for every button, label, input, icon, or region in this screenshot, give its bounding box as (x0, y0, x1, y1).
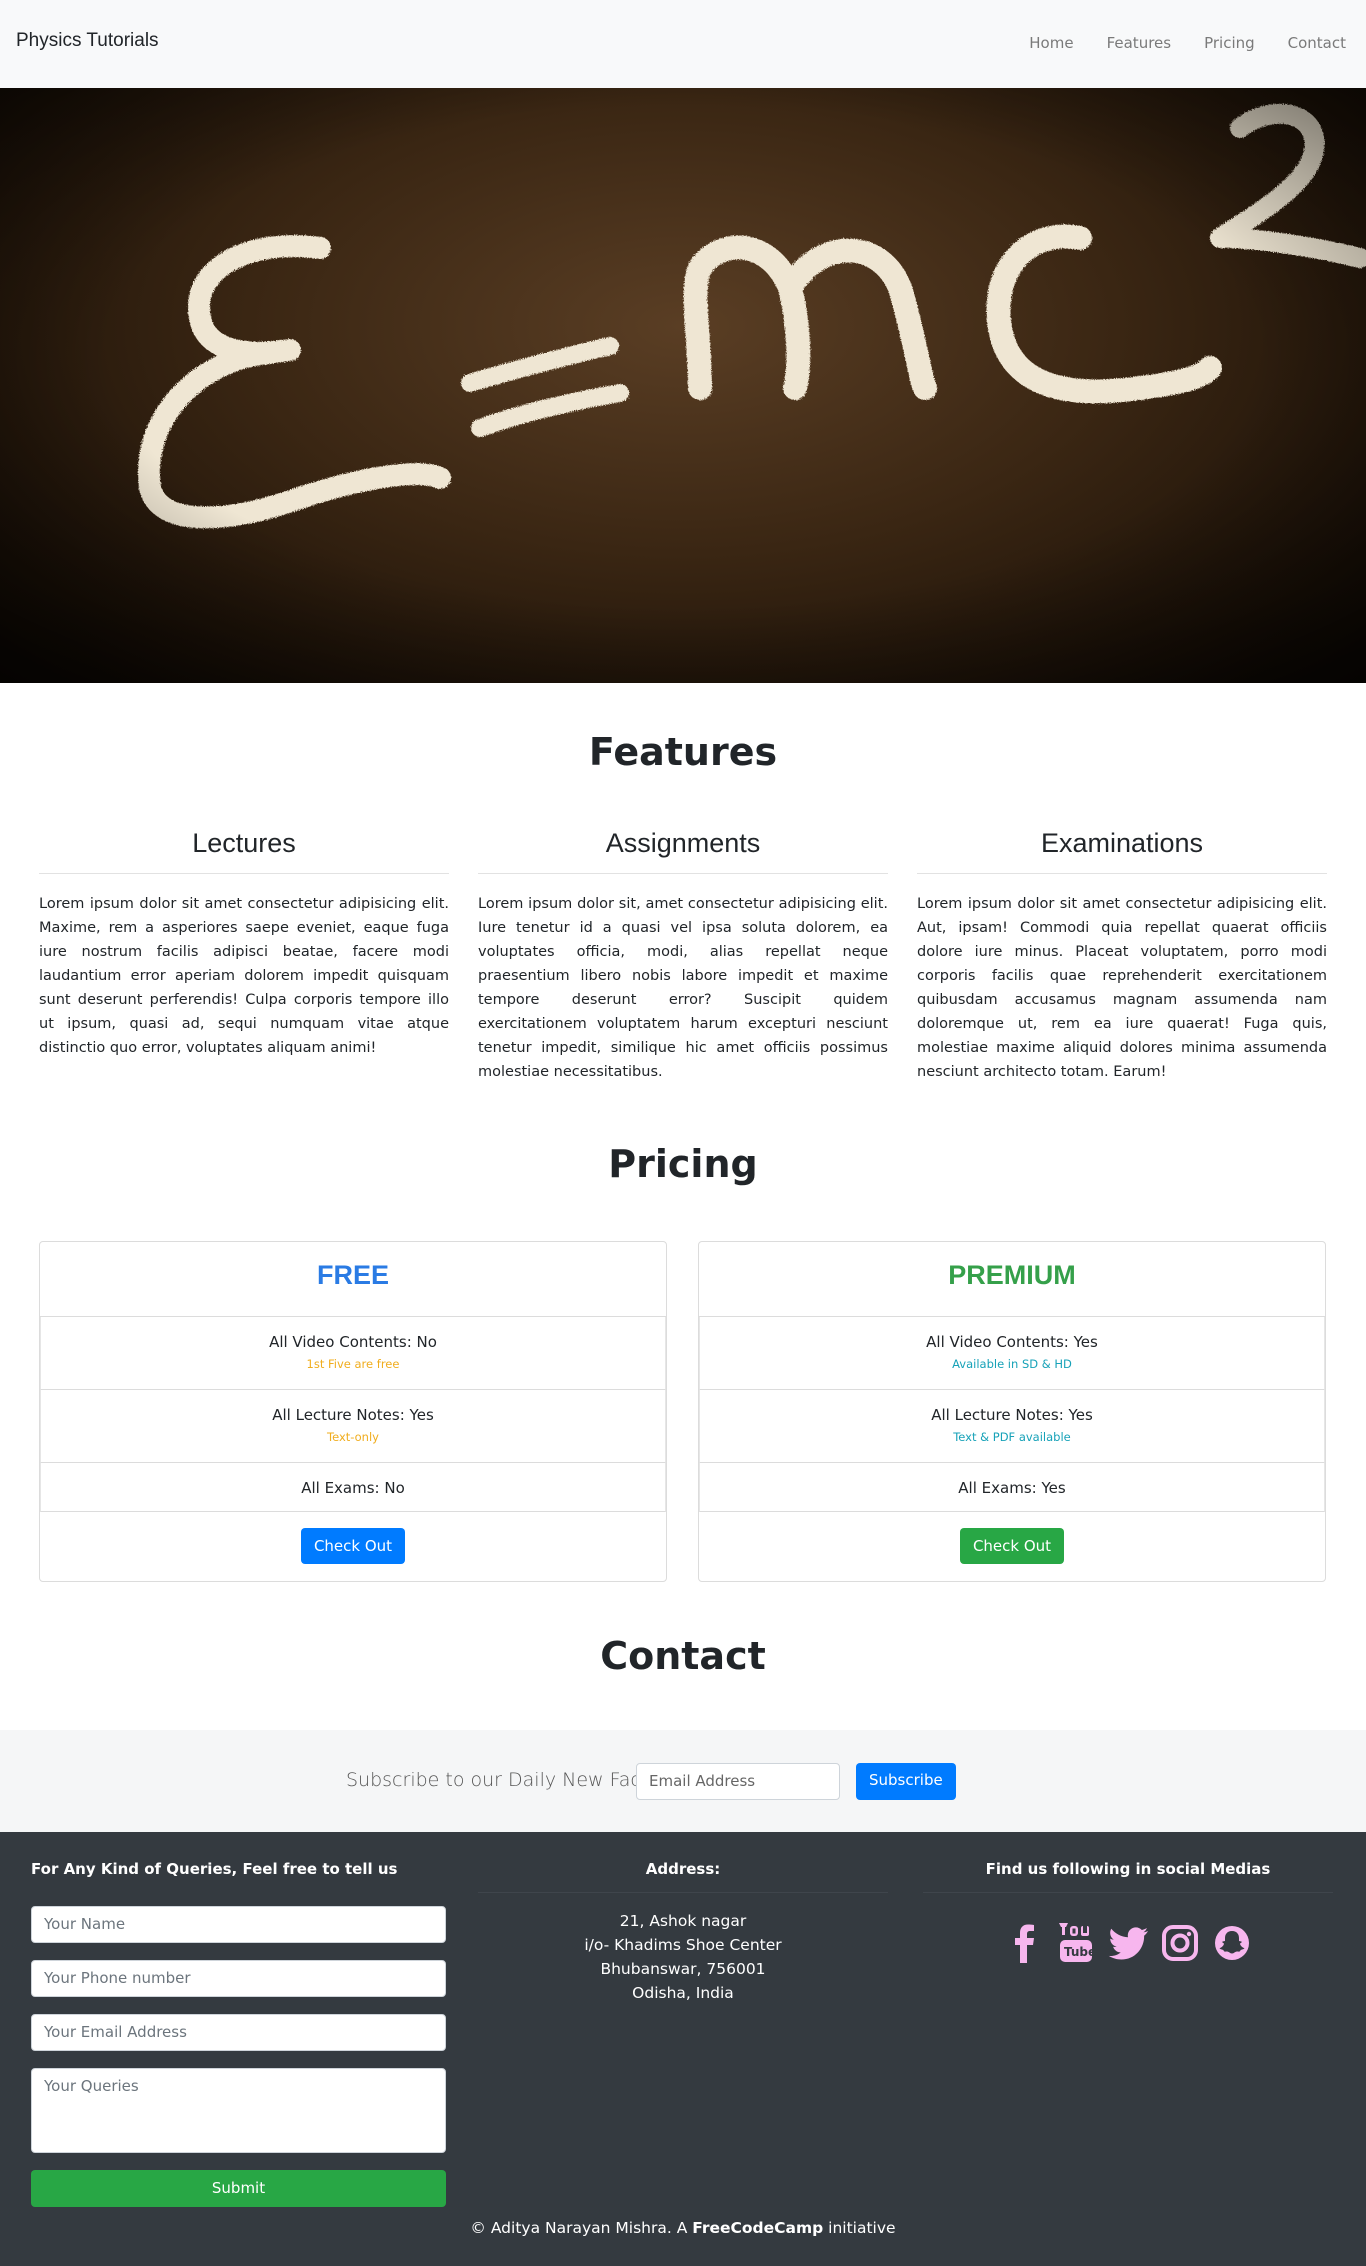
instagram-icon[interactable] (1160, 1921, 1200, 1965)
feature-value: No (416, 1333, 437, 1351)
address-line: Odisha, India (632, 1984, 734, 2002)
plan-feature-row: All Exams: No (40, 1463, 666, 1512)
queries-form: For Any Kind of Queries, Feel free to te… (31, 1860, 446, 2207)
feature-heading: Lectures (39, 828, 449, 874)
feature-label: All Lecture Notes: (272, 1406, 410, 1424)
plan-features: All Video Contents: Yes Available in SD … (699, 1316, 1325, 1512)
feature-note: Text-only (327, 1430, 379, 1444)
feature-value: Yes (1041, 1479, 1066, 1497)
name-field[interactable]: Your Name (31, 1906, 446, 1943)
copyright: © Aditya Narayan Mishra. A FreeCodeCamp … (0, 2219, 1366, 2237)
address-block: Address: 21, Ashok nagar i/o- Khadims Sh… (478, 1860, 888, 2005)
facebook-icon[interactable] (1004, 1921, 1044, 1965)
plan-feature-row: All Video Contents: No 1st Five are free (40, 1317, 666, 1390)
plan-name: FREE (316, 1260, 389, 1290)
feature-text: Lorem ipsum dolor sit amet consectetur a… (39, 896, 449, 1056)
feature-value: Yes (1068, 1406, 1093, 1424)
subscribe-button[interactable]: Subscribe (856, 1763, 956, 1800)
feature-examinations: Examinations Lorem ipsum dolor sit amet … (917, 828, 1327, 1084)
submit-button[interactable]: Submit (31, 2170, 446, 2207)
address-line: Bhubanswar, 756001 (600, 1960, 766, 1978)
checkout-free-button[interactable]: Check Out (300, 1528, 406, 1564)
plan-feature-row: All Video Contents: Yes Available in SD … (699, 1317, 1325, 1390)
feature-heading: Examinations (917, 828, 1327, 874)
plan-feature-row: All Lecture Notes: Yes Text-only (40, 1390, 666, 1463)
plan-feature-row: All Lecture Notes: Yes Text & PDF availa… (699, 1390, 1325, 1463)
copyright-text: © Aditya Narayan Mishra. A (470, 2219, 693, 2237)
phone-field[interactable]: Your Phone number (31, 1960, 446, 1997)
nav-link-contact[interactable]: Contact (1288, 34, 1346, 52)
email-field[interactable]: Your Email Address (31, 2014, 446, 2051)
address-line: i/o- Khadims Shoe Center (584, 1936, 782, 1954)
feature-label: All Exams: (958, 1479, 1042, 1497)
copyright-suffix: initiative (823, 2219, 896, 2237)
address-heading: Address: (478, 1860, 888, 1893)
address-line: 21, Ashok nagar (619, 1912, 747, 1930)
footer: For Any Kind of Queries, Feel free to te… (0, 1832, 1366, 2266)
pricing-card-free: FREE All Video Contents: No 1st Five are… (39, 1241, 667, 1582)
snapchat-icon[interactable] (1212, 1921, 1252, 1965)
feature-text: Lorem ipsum dolor sit, amet consectetur … (478, 896, 888, 1080)
nav-links: Home Features Pricing Contact (996, 34, 1346, 52)
brand-logo[interactable]: Physics Tutorials (16, 30, 159, 52)
social-heading: Find us following in social Medias (923, 1860, 1333, 1893)
plan-feature-row: All Exams: Yes (699, 1463, 1325, 1512)
twitter-icon[interactable] (1108, 1921, 1148, 1965)
feature-label: All Video Contents: (926, 1333, 1074, 1351)
queries-heading: For Any Kind of Queries, Feel free to te… (31, 1860, 398, 1878)
feature-value: No (384, 1479, 405, 1497)
svg-text:Tube: Tube (1064, 1945, 1096, 1959)
nav-link-features[interactable]: Features (1107, 34, 1172, 52)
features-title: Features (588, 730, 778, 774)
copyright-brand: FreeCodeCamp (692, 2219, 824, 2237)
feature-value: Yes (1073, 1333, 1098, 1351)
plan-features: All Video Contents: No 1st Five are free… (40, 1316, 666, 1512)
plan-name: PREMIUM (948, 1260, 1076, 1290)
feature-lectures: Lectures Lorem ipsum dolor sit amet cons… (39, 828, 449, 1060)
queries-textarea[interactable]: Your Queries (31, 2068, 446, 2153)
feature-label: All Lecture Notes: (931, 1406, 1069, 1424)
feature-note: 1st Five are free (306, 1357, 400, 1371)
feature-note: Available in SD & HD (952, 1357, 1072, 1371)
pricing-title: Pricing (608, 1142, 758, 1186)
feature-note: Text & PDF available (953, 1430, 1071, 1444)
feature-assignments: Assignments Lorem ipsum dolor sit, amet … (478, 828, 888, 1084)
feature-value: Yes (409, 1406, 434, 1424)
pricing-card-premium: PREMIUM All Video Contents: Yes Availabl… (698, 1241, 1326, 1582)
feature-label: All Video Contents: (269, 1333, 417, 1351)
navbar: Physics Tutorials Home Features Pricing … (0, 0, 1366, 88)
checkout-premium-button[interactable]: Check Out (959, 1528, 1065, 1564)
social-block: Find us following in social Medias Tube (923, 1860, 1333, 1965)
social-icons: Tube (923, 1921, 1333, 1965)
feature-text: Lorem ipsum dolor sit amet consectetur a… (917, 896, 1327, 1080)
feature-label: All Exams: (301, 1479, 385, 1497)
subscribe-email-input[interactable]: Email Address (636, 1763, 840, 1800)
youtube-icon[interactable]: Tube (1056, 1921, 1096, 1965)
feature-heading: Assignments (478, 828, 888, 874)
hero-chalk-formula (0, 88, 1366, 683)
contact-title: Contact (600, 1634, 766, 1678)
subscribe-label: Subscribe to our Daily New Facts : (346, 1769, 671, 1791)
nav-link-home[interactable]: Home (1029, 34, 1073, 52)
hero-image (0, 88, 1366, 683)
nav-link-pricing[interactable]: Pricing (1204, 34, 1255, 52)
